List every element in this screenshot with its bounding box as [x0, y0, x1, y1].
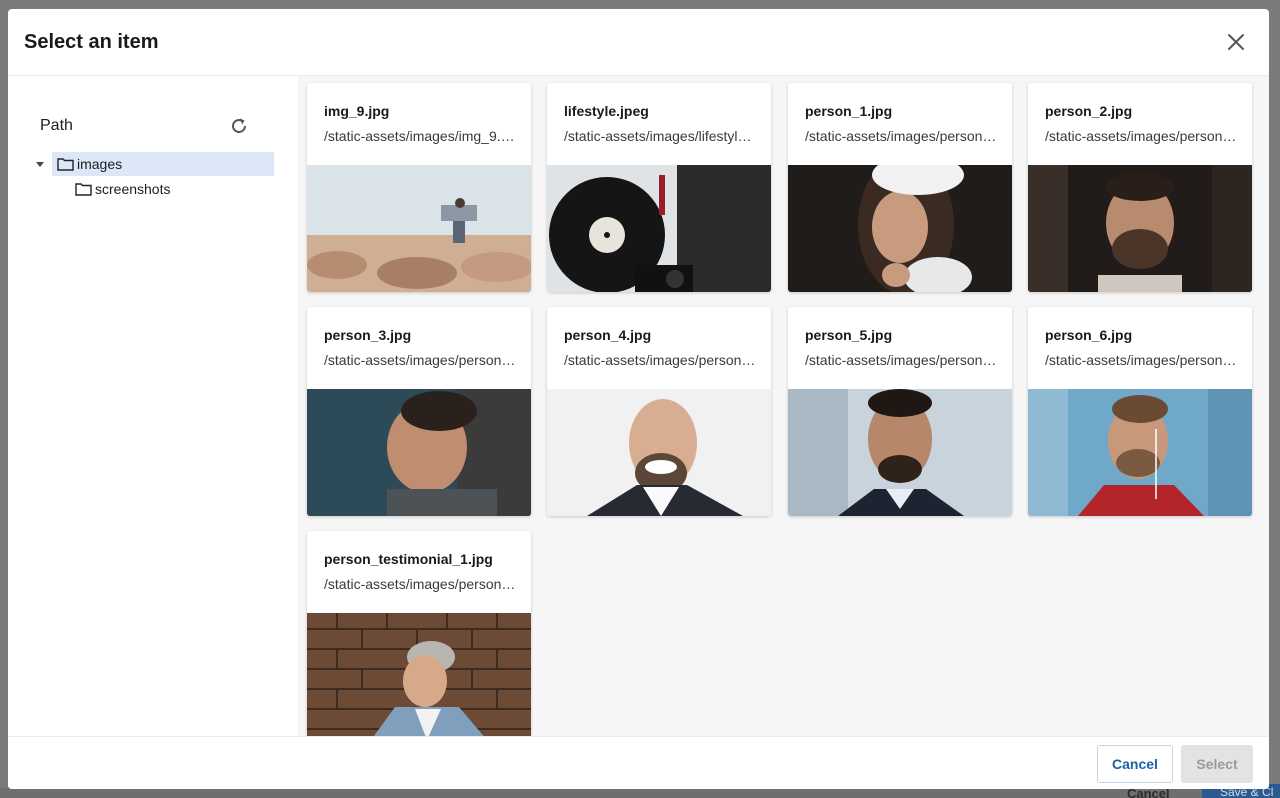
item-path: /static-assets/images/person_testimonial… — [324, 576, 516, 592]
background-page — [0, 788, 1280, 798]
thumbnail-image — [547, 165, 771, 292]
path-label: Path — [40, 117, 73, 134]
item-path: /static-assets/images/person_2.jpg — [1045, 128, 1237, 144]
dialog-footer: Cancel Select — [8, 736, 1269, 789]
folder-icon — [57, 158, 74, 171]
dialog-header: Select an item — [8, 9, 1269, 76]
thumbnail-image — [547, 389, 771, 516]
tree-item-screenshots[interactable]: screenshots — [70, 177, 170, 201]
refresh-button[interactable] — [229, 116, 249, 136]
tree-item-label: screenshots — [95, 181, 171, 197]
item-name: person_testimonial_1.jpg — [324, 551, 493, 567]
item-name: person_4.jpg — [564, 327, 652, 343]
path-sidebar: Path images screenshots — [8, 76, 298, 736]
item-card-person-2[interactable]: person_2.jpg /static-assets/images/perso… — [1028, 83, 1252, 292]
select-button[interactable]: Select — [1181, 745, 1253, 783]
caret-down-icon[interactable] — [34, 158, 46, 170]
item-card-person-4[interactable]: person_4.jpg /static-assets/images/perso… — [547, 307, 771, 516]
item-path: /static-assets/images/person_1.jpg — [805, 128, 997, 144]
cancel-button[interactable]: Cancel — [1097, 745, 1173, 783]
item-path: /static-assets/images/person_4.jpg — [564, 352, 756, 368]
close-icon — [1228, 34, 1244, 50]
thumbnail-image — [307, 165, 531, 292]
item-card-person-6[interactable]: person_6.jpg /static-assets/images/perso… — [1028, 307, 1252, 516]
thumbnail-image — [788, 389, 1012, 516]
item-name: person_3.jpg — [324, 327, 412, 343]
tree-item-images[interactable]: images — [36, 152, 274, 176]
thumbnail-image — [1028, 165, 1252, 292]
item-name: person_5.jpg — [805, 327, 893, 343]
thumbnail-image — [307, 389, 531, 516]
item-card-person-testimonial-1[interactable]: person_testimonial_1.jpg /static-assets/… — [307, 531, 531, 736]
refresh-icon — [232, 118, 246, 133]
tree-item-label: images — [77, 156, 123, 172]
dialog-body: Path images screenshots img_9.jpg /stati… — [8, 76, 1269, 736]
item-path: /static-assets/images/person_5.jpg — [805, 352, 997, 368]
thumbnail-image — [788, 165, 1012, 292]
item-path: /static-assets/images/img_9.jpg — [324, 128, 516, 144]
item-name: person_6.jpg — [1045, 327, 1133, 343]
item-name: img_9.jpg — [324, 103, 390, 119]
item-path: /static-assets/images/lifestyle.jpeg — [564, 128, 756, 144]
item-card-person-5[interactable]: person_5.jpg /static-assets/images/perso… — [788, 307, 1012, 516]
item-path: /static-assets/images/person_6.jpg — [1045, 352, 1237, 368]
dialog-title: Select an item — [24, 30, 159, 53]
item-card-lifestyle[interactable]: lifestyle.jpeg /static-assets/images/lif… — [547, 83, 771, 292]
item-card-person-1[interactable]: person_1.jpg /static-assets/images/perso… — [788, 83, 1012, 292]
item-grid: img_9.jpg /static-assets/images/img_9.jp… — [298, 76, 1269, 736]
folder-icon — [75, 183, 92, 196]
thumbnail-image — [307, 613, 531, 736]
item-name: person_2.jpg — [1045, 103, 1133, 119]
item-name: lifestyle.jpeg — [564, 103, 649, 119]
thumbnail-image — [1028, 389, 1252, 516]
item-card-img-9[interactable]: img_9.jpg /static-assets/images/img_9.jp… — [307, 83, 531, 292]
close-button[interactable] — [1225, 31, 1247, 53]
item-name: person_1.jpg — [805, 103, 893, 119]
item-card-person-3[interactable]: person_3.jpg /static-assets/images/perso… — [307, 307, 531, 516]
select-item-dialog: Select an item Path images screenshots i… — [8, 9, 1269, 789]
item-path: /static-assets/images/person_3.jpg — [324, 352, 516, 368]
